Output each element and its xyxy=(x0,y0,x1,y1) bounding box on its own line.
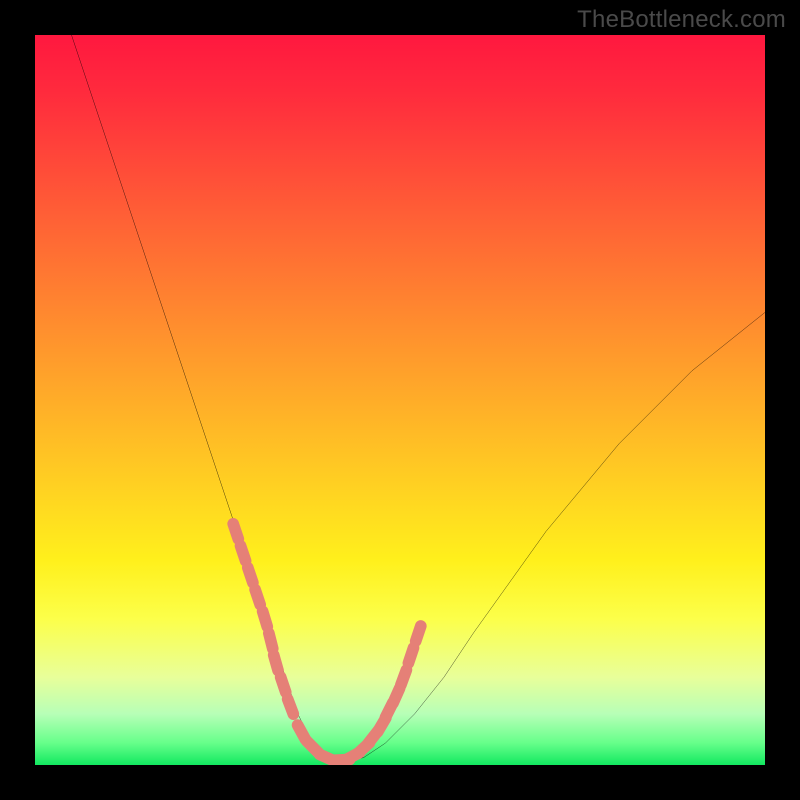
marker-dash xyxy=(281,677,286,692)
marker-dash xyxy=(288,699,294,714)
plot-area xyxy=(35,35,765,765)
marker-dash xyxy=(416,626,421,641)
chart-svg xyxy=(35,35,765,765)
bottleneck-curve xyxy=(72,35,766,761)
marker-dash xyxy=(263,611,268,626)
marker-dash xyxy=(248,568,253,583)
chart-frame: TheBottleneck.com xyxy=(0,0,800,800)
watermark-text: TheBottleneck.com xyxy=(577,6,786,34)
marker-dash xyxy=(393,688,400,703)
marker-dash xyxy=(401,670,407,685)
marker-dash xyxy=(274,655,278,670)
marker-dash xyxy=(255,590,260,605)
highlighted-points xyxy=(233,524,421,761)
marker-dash xyxy=(269,633,273,649)
marker-dash xyxy=(233,524,238,539)
marker-dash xyxy=(240,546,245,561)
marker-dash xyxy=(408,648,413,663)
